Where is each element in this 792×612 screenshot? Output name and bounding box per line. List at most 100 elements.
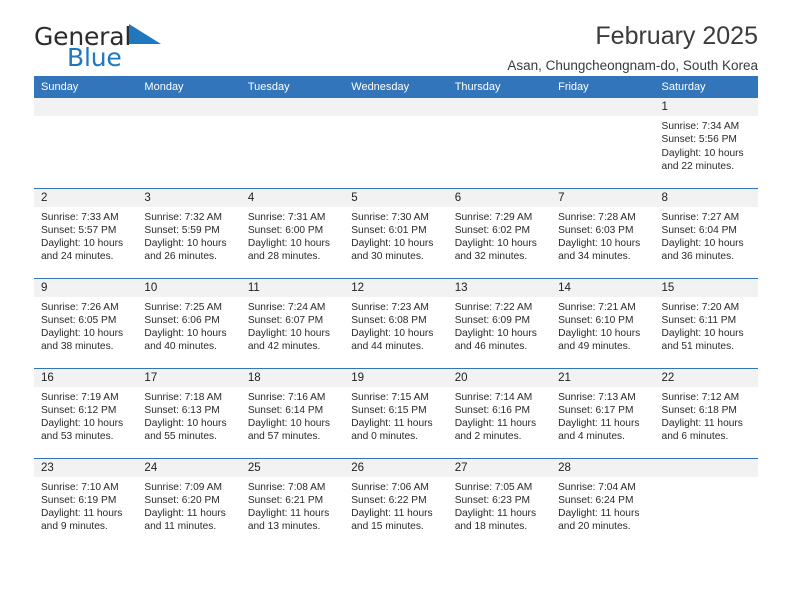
daylight-duration-line2: and 51 minutes. xyxy=(661,341,735,353)
sunrise-time: Sunrise: 7:29 AM xyxy=(454,211,533,223)
sunset-time: Sunset: 6:17 PM xyxy=(558,404,634,416)
day-number: 9 xyxy=(34,278,138,297)
day-details: Sunrise: 7:33 AM Sunset: 5:57 PM Daylight:… xyxy=(34,207,137,264)
day-number: 12 xyxy=(344,278,448,297)
sunset-time: Sunset: 6:00 PM xyxy=(247,224,324,236)
daylight-duration-line2: and 30 minutes. xyxy=(351,251,424,263)
sunrise-time: Sunrise: 7:13 AM xyxy=(558,391,636,403)
day-number xyxy=(344,98,448,116)
calendar-day-cell[interactable]: 23 Sunrise: 7:10 AM Sunset: 6:19 PM Dayligh… xyxy=(34,458,138,548)
daylight-duration-line1: Daylight: 10 hours xyxy=(351,238,434,250)
sunset-time: Sunset: 6:11 PM xyxy=(661,314,737,326)
sunset-time: Sunset: 6:24 PM xyxy=(558,494,634,506)
calendar-day-cell[interactable]: 18 Sunrise: 7:16 AM Sunset: 6:14 PM Dayligh… xyxy=(240,368,345,459)
day-number xyxy=(137,98,241,116)
sunrise-time: Sunrise: 7:04 AM xyxy=(558,481,636,493)
calendar-day-cell[interactable]: 27 Sunrise: 7:05 AM Sunset: 6:23 PM Dayligh… xyxy=(447,458,552,548)
daylight-duration-line2: and 22 minutes. xyxy=(661,160,735,172)
daylight-duration-line2: and 6 minutes. xyxy=(661,431,729,443)
daylight-duration-line2: and 44 minutes. xyxy=(351,341,424,353)
calendar-day-cell[interactable]: 25 Sunrise: 7:08 AM Sunset: 6:21 PM Dayligh… xyxy=(240,458,345,548)
day-details: Sunrise: 7:26 AM Sunset: 6:05 PM Daylight:… xyxy=(34,297,137,354)
sunset-time: Sunset: 6:22 PM xyxy=(351,494,427,506)
daylight-duration-line2: and 49 minutes. xyxy=(558,341,631,353)
calendar-day-cell[interactable]: 10 Sunrise: 7:25 AM Sunset: 6:06 PM Dayligh… xyxy=(137,278,241,369)
calendar-day-cell[interactable]: 20 Sunrise: 7:14 AM Sunset: 6:16 PM Dayligh… xyxy=(447,368,552,459)
day-details: Sunrise: 7:05 AM Sunset: 6:23 PM Daylight:… xyxy=(448,477,551,534)
weekday-header-tuesday: Tuesday xyxy=(240,76,345,98)
calendar-day-cell[interactable]: 11 Sunrise: 7:24 AM Sunset: 6:07 PM Dayligh… xyxy=(240,278,345,369)
logo-text-general: General xyxy=(34,22,132,51)
sunset-time: Sunset: 5:56 PM xyxy=(661,134,737,146)
day-number: 17 xyxy=(137,368,241,387)
calendar-day-cell[interactable]: 2 Sunrise: 7:33 AM Sunset: 5:57 PM Daylight… xyxy=(34,188,138,279)
daylight-duration-line1: Daylight: 10 hours xyxy=(247,238,330,250)
day-number xyxy=(551,98,655,116)
sunrise-sunset-calendar: Sunday Monday Tuesday Wednesday Thursday Frid… xyxy=(34,76,758,548)
day-number: 23 xyxy=(34,458,138,477)
daylight-duration-line1: Daylight: 10 hours xyxy=(41,418,124,430)
weekday-header-sunday: Sunday xyxy=(34,76,138,98)
calendar-week-row: 9 Sunrise: 7:26 AM Sunset: 6:05 PM Daylight… xyxy=(34,278,758,369)
sunset-time: Sunset: 6:09 PM xyxy=(454,314,531,326)
general-blue-logo[interactable]: General Blue xyxy=(34,24,274,70)
day-details: Sunrise: 7:28 AM Sunset: 6:03 PM Daylight:… xyxy=(551,207,654,264)
sunrise-time: Sunrise: 7:26 AM xyxy=(41,301,119,313)
calendar-day-cell-empty xyxy=(344,98,448,189)
calendar-day-cell-empty xyxy=(34,98,138,189)
sunrise-time: Sunrise: 7:33 AM xyxy=(41,211,119,223)
day-number: 25 xyxy=(240,458,345,477)
sunset-time: Sunset: 6:13 PM xyxy=(144,404,220,416)
calendar-day-cell-empty xyxy=(240,98,345,189)
day-number: 14 xyxy=(551,278,655,297)
calendar-day-cell[interactable]: 8 Sunrise: 7:27 AM Sunset: 6:04 PM Daylight… xyxy=(654,188,758,279)
day-details: Sunrise: 7:27 AM Sunset: 6:04 PM Daylight:… xyxy=(655,207,758,264)
calendar-day-cell[interactable]: 17 Sunrise: 7:18 AM Sunset: 6:13 PM Dayligh… xyxy=(137,368,241,459)
calendar-day-cell[interactable]: 7 Sunrise: 7:28 AM Sunset: 6:03 PM Daylight… xyxy=(551,188,655,279)
calendar-day-cell-empty xyxy=(551,98,655,189)
sunrise-time: Sunrise: 7:15 AM xyxy=(351,391,429,403)
calendar-day-cell[interactable]: 6 Sunrise: 7:29 AM Sunset: 6:02 PM Daylight… xyxy=(447,188,552,279)
calendar-day-cell[interactable]: 5 Sunrise: 7:30 AM Sunset: 6:01 PM Daylight… xyxy=(344,188,448,279)
calendar-day-cell[interactable]: 12 Sunrise: 7:23 AM Sunset: 6:08 PM Dayligh… xyxy=(344,278,448,369)
calendar-day-cell[interactable]: 9 Sunrise: 7:26 AM Sunset: 6:05 PM Daylight… xyxy=(34,278,138,369)
calendar-week-row: 23 Sunrise: 7:10 AM Sunset: 6:19 PM Dayligh… xyxy=(34,458,758,548)
calendar-day-cell[interactable]: 3 Sunrise: 7:32 AM Sunset: 5:59 PM Daylight… xyxy=(137,188,241,279)
sunrise-time: Sunrise: 7:24 AM xyxy=(247,301,326,313)
calendar-day-cell[interactable]: 16 Sunrise: 7:19 AM Sunset: 6:12 PM Dayligh… xyxy=(34,368,138,459)
calendar-day-cell[interactable]: 22 Sunrise: 7:12 AM Sunset: 6:18 PM Dayligh… xyxy=(654,368,758,459)
sunrise-time: Sunrise: 7:05 AM xyxy=(454,481,533,493)
day-details: Sunrise: 7:13 AM Sunset: 6:17 PM Daylight:… xyxy=(551,387,654,444)
sunset-time: Sunset: 6:10 PM xyxy=(558,314,634,326)
daylight-duration-line1: Daylight: 10 hours xyxy=(454,238,537,250)
calendar-day-cell[interactable]: 13 Sunrise: 7:22 AM Sunset: 6:09 PM Dayligh… xyxy=(447,278,552,369)
calendar-day-cell-empty xyxy=(654,458,758,548)
day-number: 7 xyxy=(551,188,655,207)
calendar-day-cell[interactable]: 21 Sunrise: 7:13 AM Sunset: 6:17 PM Dayligh… xyxy=(551,368,655,459)
day-details: Sunrise: 7:24 AM Sunset: 6:07 PM Daylight:… xyxy=(241,297,344,354)
sunset-time: Sunset: 6:05 PM xyxy=(41,314,117,326)
day-number: 15 xyxy=(654,278,758,297)
weekday-header-saturday: Saturday xyxy=(654,76,758,98)
calendar-day-cell[interactable]: 15 Sunrise: 7:20 AM Sunset: 6:11 PM Dayligh… xyxy=(654,278,758,369)
day-number: 26 xyxy=(344,458,448,477)
calendar-day-cell[interactable]: 24 Sunrise: 7:09 AM Sunset: 6:20 PM Dayligh… xyxy=(137,458,241,548)
calendar-day-cell[interactable]: 1 Sunrise: 7:34 AM Sunset: 5:56 PM Daylight… xyxy=(654,98,758,189)
daylight-duration-line2: and 0 minutes. xyxy=(351,431,419,443)
calendar-day-cell[interactable]: 26 Sunrise: 7:06 AM Sunset: 6:22 PM Dayligh… xyxy=(344,458,448,548)
calendar-day-cell[interactable]: 19 Sunrise: 7:15 AM Sunset: 6:15 PM Dayligh… xyxy=(344,368,448,459)
daylight-duration-line2: and 26 minutes. xyxy=(144,251,217,263)
day-number: 24 xyxy=(137,458,241,477)
calendar-day-cell-empty xyxy=(137,98,241,189)
day-details: Sunrise: 7:20 AM Sunset: 6:11 PM Daylight:… xyxy=(655,297,758,354)
calendar-day-cell[interactable]: 4 Sunrise: 7:31 AM Sunset: 6:00 PM Daylight… xyxy=(240,188,345,279)
calendar-day-cell[interactable]: 28 Sunrise: 7:04 AM Sunset: 6:24 PM Dayligh… xyxy=(551,458,655,548)
daylight-duration-line1: Daylight: 10 hours xyxy=(558,328,641,340)
day-details: Sunrise: 7:22 AM Sunset: 6:09 PM Daylight:… xyxy=(448,297,551,354)
calendar-day-cell[interactable]: 14 Sunrise: 7:21 AM Sunset: 6:10 PM Dayligh… xyxy=(551,278,655,369)
sunset-time: Sunset: 6:21 PM xyxy=(247,494,324,506)
day-details: Sunrise: 7:29 AM Sunset: 6:02 PM Daylight:… xyxy=(448,207,551,264)
sunrise-time: Sunrise: 7:30 AM xyxy=(351,211,429,223)
daylight-duration-line2: and 20 minutes. xyxy=(558,521,631,533)
day-details: Sunrise: 7:21 AM Sunset: 6:10 PM Daylight:… xyxy=(551,297,654,354)
